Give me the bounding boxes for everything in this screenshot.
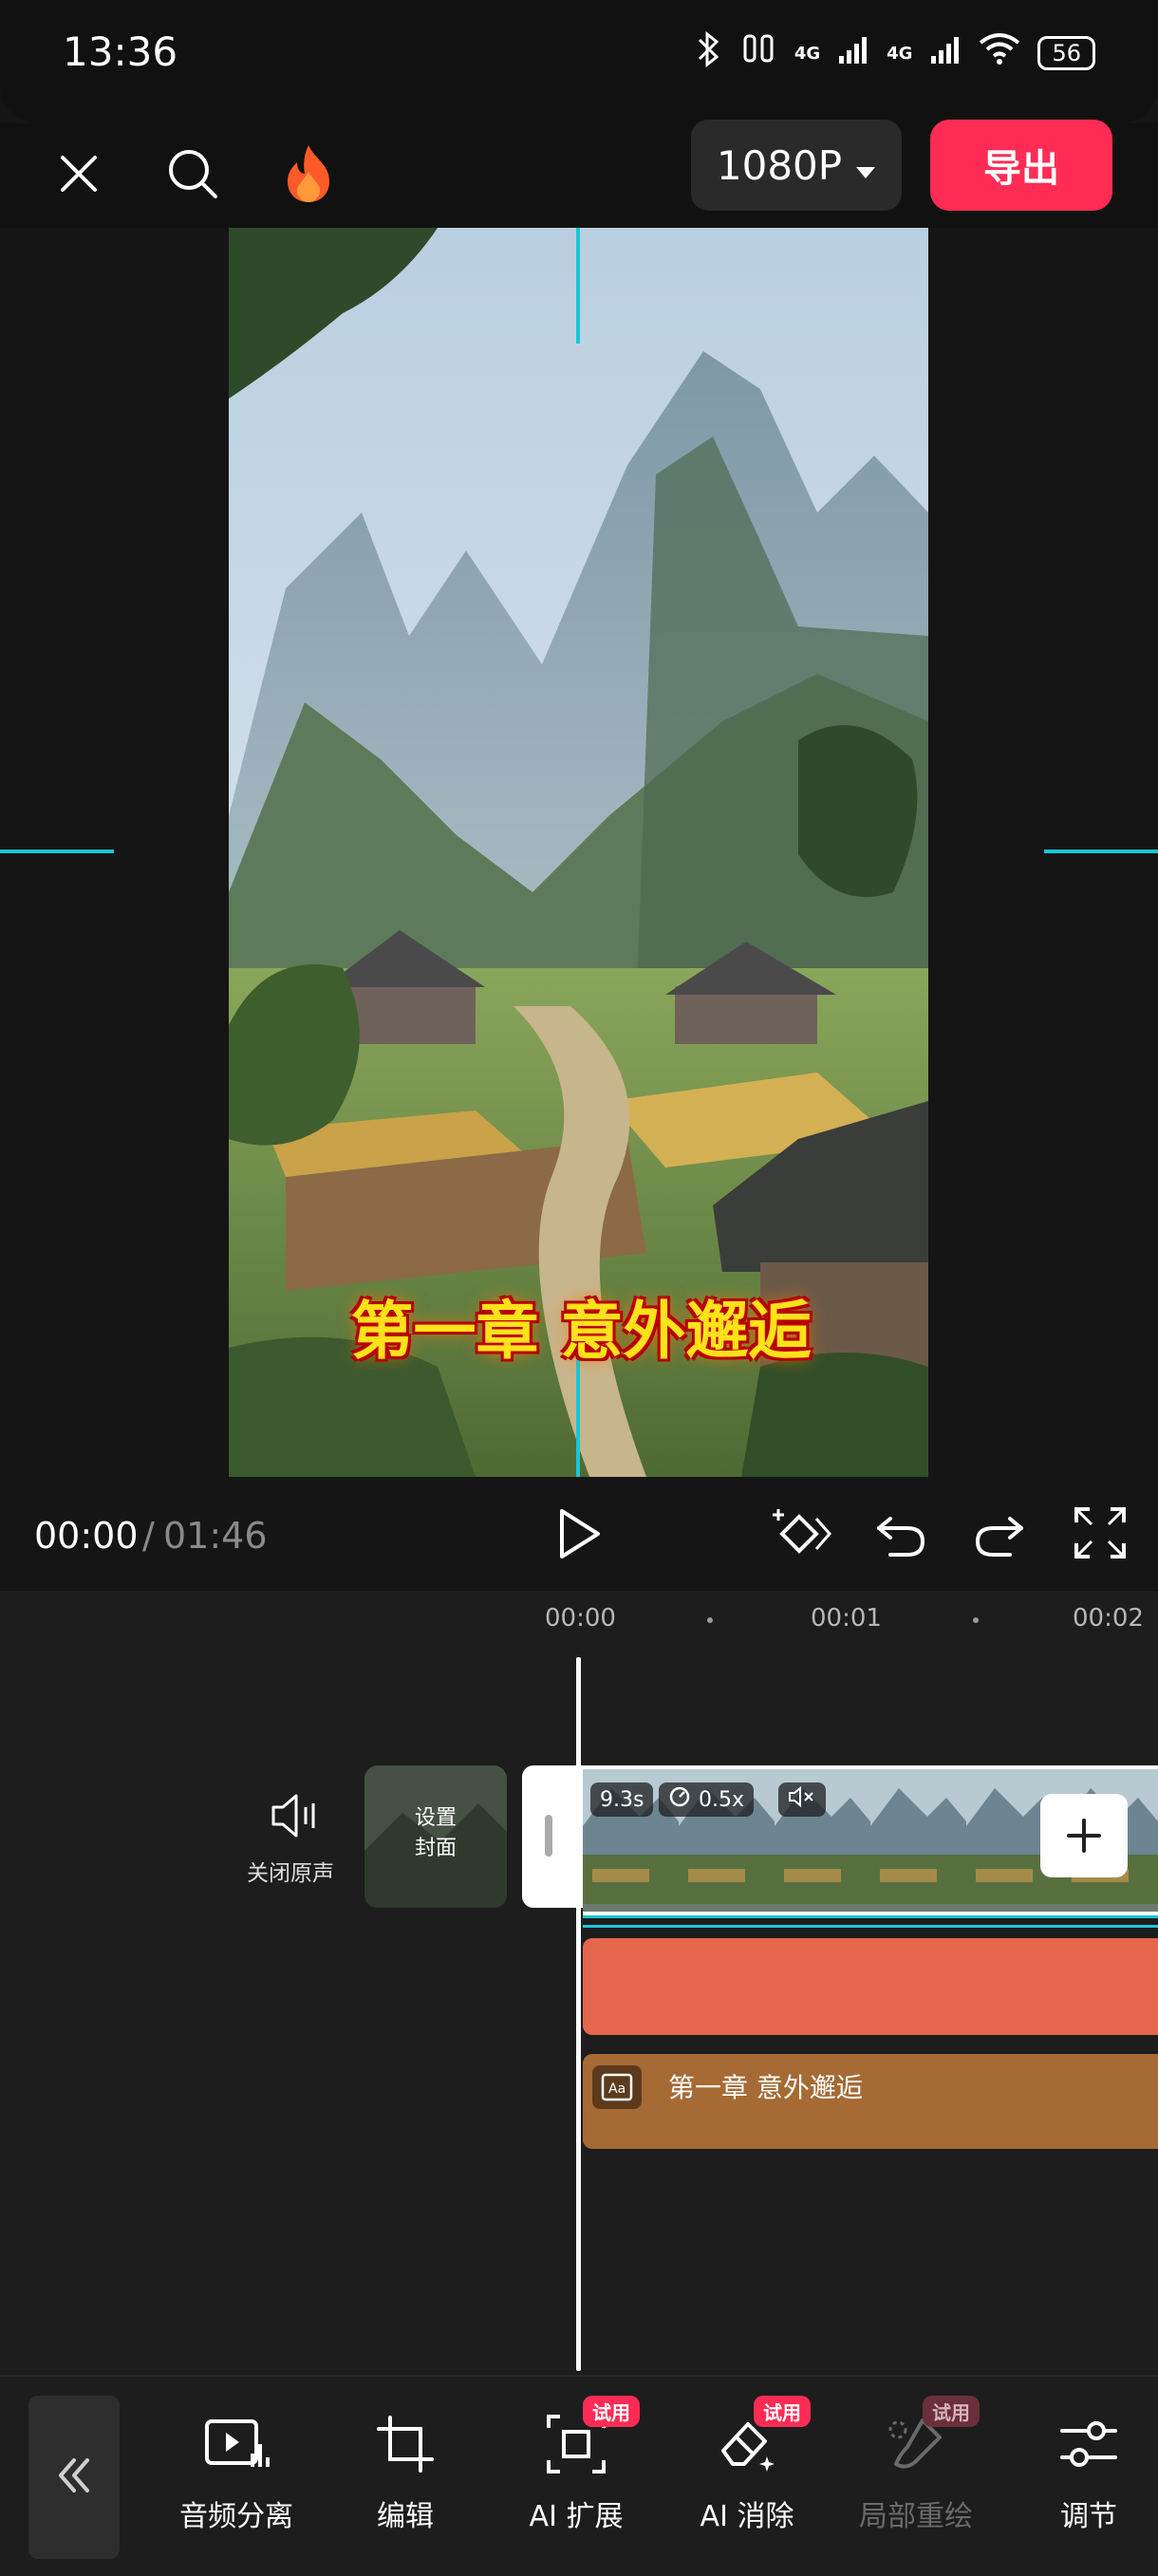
clip-trim-handle[interactable] (522, 1765, 583, 1908)
cover-label-line-2: 封面 (414, 1837, 457, 1860)
bottom-toolbar: 音频分离 编辑 试用 AI 扩展 试用 AI 消除 试用 局部重绘 调节 (0, 2375, 1158, 2576)
crop-icon (363, 2401, 448, 2487)
guide-line-bottom (576, 1357, 580, 1477)
cover-label: 设置 封面 (364, 1803, 507, 1864)
network-type-1: 4G (794, 43, 821, 64)
timeline-playhead[interactable] (576, 1657, 581, 2371)
clip-speed-badge: 0.5x (659, 1783, 755, 1817)
speaker-icon[interactable] (268, 1792, 325, 1843)
tool-label: 音频分离 (179, 2500, 293, 2533)
tool-ai-expand[interactable]: 试用 AI 扩展 (495, 2396, 657, 2563)
resolution-dropdown[interactable]: 1080P (691, 120, 902, 211)
fullscreen-icon[interactable] (1073, 1505, 1128, 1564)
double-chevron-left-icon (53, 2455, 95, 2500)
tool-ai-erase[interactable]: 试用 AI 消除 (666, 2396, 828, 2563)
mute-original-audio-label[interactable]: 关闭原声 (247, 1855, 334, 1887)
bluetooth-icon (694, 30, 722, 76)
tool-audio-split[interactable]: 音频分离 (156, 2401, 317, 2563)
playback-bar: 00:00 / 01:46 (0, 1477, 1158, 1591)
ruler-tick-2: 00:02 (1073, 1604, 1144, 1633)
network-type-2: 4G (887, 43, 913, 64)
guide-line-left (0, 849, 114, 853)
export-button[interactable]: 导出 (930, 120, 1112, 211)
tool-label: AI 消除 (700, 2500, 794, 2533)
battery-indicator: 56 (1037, 36, 1095, 70)
caption-text-overlay[interactable]: 第一章 意外邂逅 (344, 1289, 818, 1374)
tool-label: 编辑 (377, 2500, 434, 2533)
keyframe-add-icon[interactable] (771, 1505, 833, 1566)
tool-partial-repaint[interactable]: 试用 局部重绘 (835, 2396, 997, 2563)
time-separator: / (142, 1515, 155, 1557)
adjust-icon (1046, 2401, 1131, 2487)
clip-duration-badge: 9.3s (590, 1783, 654, 1817)
status-icons: 4G 4G 56 (694, 30, 1095, 76)
signal-icon-2 (929, 33, 962, 73)
signal-icon (837, 33, 869, 73)
audio-split-icon (194, 2401, 279, 2487)
clip-speed-value: 0.5x (699, 1787, 745, 1812)
undo-icon[interactable] (871, 1505, 928, 1566)
ai-erase-icon: 试用 (704, 2396, 811, 2487)
audio-track[interactable] (583, 1938, 1158, 2035)
vibrate-icon (739, 30, 777, 76)
play-icon[interactable] (552, 1505, 606, 1566)
ruler-dot (707, 1617, 713, 1623)
resolution-value: 1080P (716, 141, 843, 189)
tool-label: 调节 (1060, 2500, 1117, 2533)
flame-icon[interactable] (275, 140, 342, 207)
trial-badge: 试用 (583, 2396, 640, 2427)
text-track[interactable]: Aa 第一章 意外邂逅 (583, 2054, 1158, 2149)
ruler-dot (973, 1617, 979, 1623)
handle-grip (545, 1815, 552, 1857)
tool-edit[interactable]: 编辑 (325, 2401, 486, 2563)
track-divider-cyan (583, 1925, 1158, 1928)
status-bar: 13:36 4G 4G 56 (0, 0, 1158, 123)
tool-label: 局部重绘 (859, 2500, 973, 2533)
speed-icon (668, 1785, 691, 1814)
current-time: 00:00 (34, 1515, 139, 1557)
guide-line-top (576, 228, 580, 344)
track-divider-cyan (583, 1915, 1158, 1918)
redo-icon[interactable] (972, 1505, 1029, 1566)
search-icon[interactable] (159, 140, 226, 207)
ruler-tick-1: 00:01 (811, 1604, 882, 1633)
clip-muted-badge (778, 1783, 826, 1817)
wifi-icon (979, 33, 1020, 73)
collapse-toolbar-button[interactable] (28, 2396, 120, 2559)
svg-text:Aa: Aa (608, 2081, 626, 2097)
guide-line-right (1044, 849, 1158, 853)
tool-label: AI 扩展 (529, 2500, 624, 2533)
cover-label-line-1: 设置 (414, 1806, 457, 1830)
ai-expand-icon: 试用 (533, 2396, 640, 2487)
add-clip-button[interactable] (1040, 1794, 1128, 1877)
total-time: 01:46 (163, 1515, 268, 1557)
tool-adjust[interactable]: 调节 (1008, 2401, 1158, 2563)
set-cover-button[interactable]: 设置 封面 (364, 1765, 507, 1908)
trial-badge: 试用 (754, 2396, 811, 2427)
ruler-tick-0: 00:00 (545, 1604, 616, 1633)
muted-icon (788, 1785, 816, 1814)
caret-down-icon (855, 142, 876, 189)
text-style-icon: Aa (592, 2065, 642, 2109)
trial-badge: 试用 (923, 2396, 980, 2427)
close-icon[interactable] (46, 140, 112, 207)
text-track-label: 第一章 意外邂逅 (668, 2072, 863, 2103)
status-time: 13:36 (63, 28, 178, 75)
repaint-icon: 试用 (873, 2396, 980, 2487)
